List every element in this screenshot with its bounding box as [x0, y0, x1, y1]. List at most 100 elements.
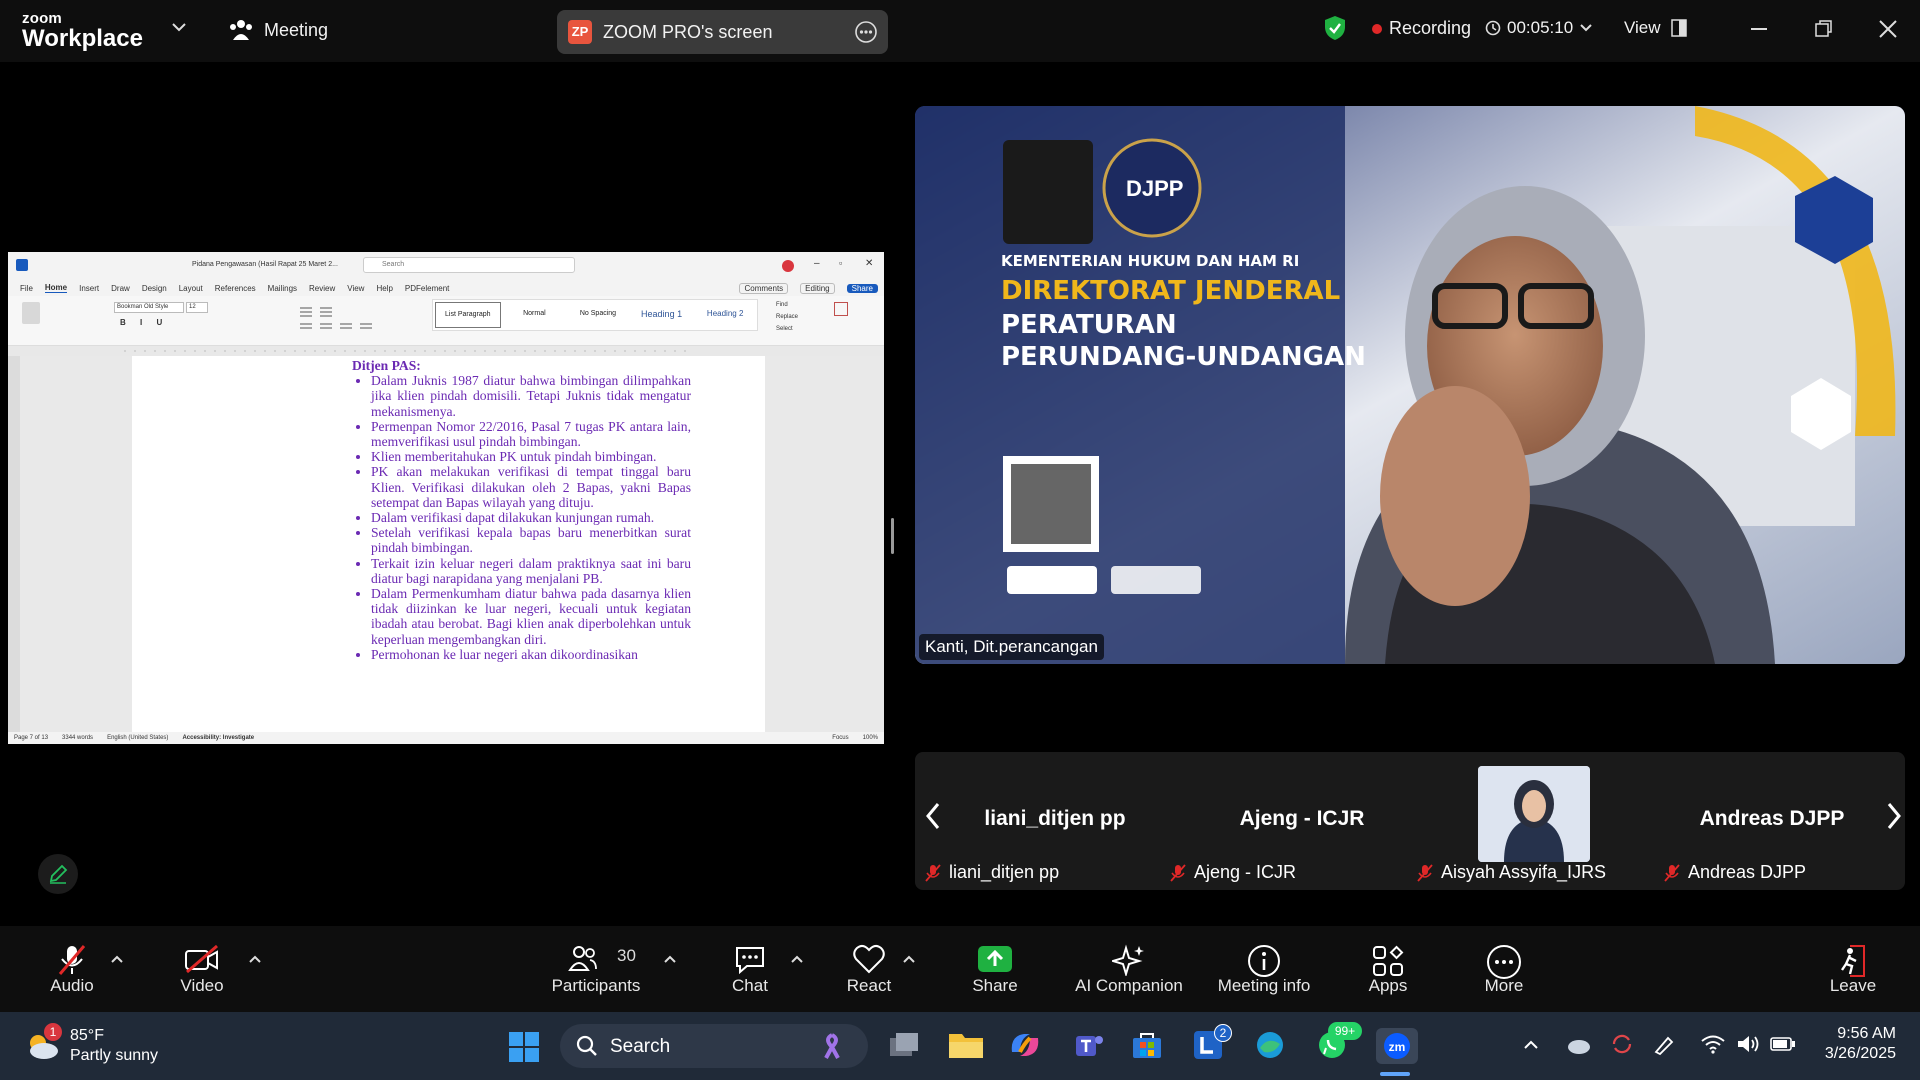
wifi-icon[interactable]: [1700, 1034, 1726, 1054]
word-tab[interactable]: Design: [142, 284, 167, 293]
task-view-icon[interactable]: [888, 1030, 920, 1060]
view-grid-icon: [1670, 19, 1687, 37]
file-explorer-icon[interactable]: [948, 1030, 984, 1060]
apps-button[interactable]: Apps: [1333, 926, 1443, 1012]
style-no-spacing[interactable]: No Spacing: [566, 300, 630, 330]
meeting-info-button[interactable]: Meeting info: [1208, 926, 1320, 1012]
word-tab[interactable]: View: [347, 284, 364, 293]
participants-options-chevron-up-icon[interactable]: [663, 954, 677, 964]
word-comments-button[interactable]: Comments: [739, 282, 789, 294]
participants-label: Participants: [551, 976, 641, 995]
word-share-button[interactable]: Share: [846, 283, 878, 293]
participants-button[interactable]: 30 Participants: [541, 926, 651, 1012]
status-zoom[interactable]: 100%: [863, 735, 878, 741]
word-tab[interactable]: Insert: [79, 284, 99, 293]
screen-share-pill[interactable]: ZP ZOOM PRO's screen: [557, 10, 888, 54]
add-ins-icon[interactable]: [834, 302, 848, 316]
zoom-taskbar-item[interactable]: zm: [1376, 1028, 1418, 1064]
word-restore-icon[interactable]: ▫: [839, 258, 842, 268]
view-button[interactable]: View: [1624, 18, 1687, 38]
meeting-timer[interactable]: 00:05:10: [1485, 18, 1593, 38]
annotate-button[interactable]: [38, 854, 78, 894]
leave-button[interactable]: Leave: [1798, 926, 1908, 1012]
word-search-box[interactable]: Search: [363, 257, 575, 273]
tray-chevron-up-icon[interactable]: [1523, 1040, 1539, 1050]
word-tab[interactable]: Draw: [111, 284, 130, 293]
active-app-indicator: [1380, 1072, 1410, 1076]
recording-indicator[interactable]: Recording: [1372, 18, 1471, 39]
word-tab[interactable]: Mailings: [268, 284, 297, 293]
word-tab[interactable]: Layout: [179, 284, 203, 293]
doc-heading: Ditjen PAS:: [352, 358, 421, 373]
select-item[interactable]: Select: [776, 323, 798, 335]
cloud-sync-icon[interactable]: [1566, 1034, 1592, 1056]
ai-companion-button[interactable]: AI Companion: [1068, 926, 1190, 1012]
document-page[interactable]: Ditjen PAS: Dalam Juknis 1987 diatur bah…: [132, 356, 765, 732]
word-minimize-icon[interactable]: –: [814, 258, 820, 269]
zoom-app-icon: zm: [1381, 1031, 1413, 1061]
style-heading-2[interactable]: Heading 2: [693, 300, 757, 330]
edge-icon[interactable]: [1254, 1030, 1286, 1060]
video-button[interactable]: Video: [147, 926, 257, 1012]
taskbar-search[interactable]: Search: [560, 1024, 868, 1068]
sync-icon[interactable]: [1610, 1032, 1634, 1056]
style-normal[interactable]: Normal: [503, 300, 567, 330]
restore-icon[interactable]: [1815, 20, 1833, 38]
windows-start-icon[interactable]: [509, 1032, 539, 1062]
word-tab[interactable]: PDFelement: [405, 284, 449, 293]
close-icon[interactable]: [1879, 20, 1897, 38]
copilot-icon[interactable]: [1008, 1030, 1042, 1060]
more-button[interactable]: More: [1449, 926, 1559, 1012]
font-size-select[interactable]: 12: [186, 302, 208, 313]
share-button[interactable]: Share: [940, 926, 1050, 1012]
paragraph-tools[interactable]: [298, 304, 388, 332]
word-tab[interactable]: Review: [309, 284, 335, 293]
find-item[interactable]: Find: [776, 299, 798, 311]
shield-icon[interactable]: [1323, 15, 1347, 41]
split-resize-handle[interactable]: [891, 518, 894, 554]
active-speaker-video[interactable]: KEMENTERIAN HUKUM DAN HAM RI DIREKTORAT …: [915, 106, 1905, 664]
more-options-icon[interactable]: [855, 21, 877, 43]
audio-button[interactable]: Audio: [17, 926, 127, 1012]
styles-gallery[interactable]: List Paragraph Normal No Spacing Heading…: [432, 299, 758, 331]
word-tab[interactable]: File: [20, 284, 33, 293]
format-buttons[interactable]: B I U: [120, 318, 168, 327]
bg-text-ministry: KEMENTERIAN HUKUM DAN HAM RI: [1001, 252, 1300, 270]
chat-button[interactable]: Chat: [695, 926, 805, 1012]
teams-icon[interactable]: [1070, 1030, 1106, 1060]
replace-item[interactable]: Replace: [776, 311, 798, 323]
meeting-menu[interactable]: Meeting: [228, 18, 328, 42]
chevron-down-icon[interactable]: [172, 22, 186, 32]
font-name-select[interactable]: Bookman Old Style: [114, 302, 184, 313]
status-accessibility[interactable]: Accessibility: Investigate: [182, 735, 254, 741]
timer-chevron-down-icon: [1579, 23, 1593, 33]
word-tab-home[interactable]: Home: [44, 283, 68, 293]
shared-screen[interactable]: Pidana Pengawasan (Hasil Rapat 25 Maret …: [8, 252, 884, 744]
word-doc-title: Pidana Pengawasan (Hasil Rapat 25 Maret …: [192, 261, 338, 268]
volume-icon[interactable]: [1736, 1034, 1762, 1054]
participant-video-aisyah[interactable]: [1478, 766, 1590, 862]
paste-icon[interactable]: [22, 302, 40, 324]
participant-label-text: Ajeng - ICJR: [1194, 862, 1297, 882]
next-page-icon[interactable]: [1886, 802, 1902, 830]
word-editing-button[interactable]: Editing: [800, 282, 835, 294]
word-close-icon[interactable]: ✕: [865, 258, 873, 269]
word-tab[interactable]: References: [215, 284, 256, 293]
previous-page-icon[interactable]: [925, 802, 941, 830]
style-list-paragraph[interactable]: List Paragraph: [435, 302, 501, 328]
microsoft-store-icon[interactable]: [1131, 1030, 1163, 1060]
video-options-chevron-up-icon[interactable]: [248, 954, 262, 964]
status-focus[interactable]: Focus: [832, 735, 848, 741]
react-button[interactable]: React: [814, 926, 924, 1012]
clock-widget[interactable]: 9:56 AM 3/26/2025: [1808, 1024, 1896, 1064]
word-tab[interactable]: Help: [376, 284, 392, 293]
pen-tray-icon[interactable]: [1652, 1032, 1680, 1056]
minimize-icon[interactable]: [1751, 28, 1767, 30]
react-options-chevron-up-icon[interactable]: [902, 954, 916, 964]
audio-options-chevron-up-icon[interactable]: [110, 954, 124, 964]
chat-options-chevron-up-icon[interactable]: [790, 954, 804, 964]
style-heading-1[interactable]: Heading 1: [630, 300, 694, 330]
sparkle-icon: [1112, 944, 1146, 976]
status-language: English (United States): [107, 735, 169, 741]
battery-icon[interactable]: [1770, 1036, 1796, 1052]
